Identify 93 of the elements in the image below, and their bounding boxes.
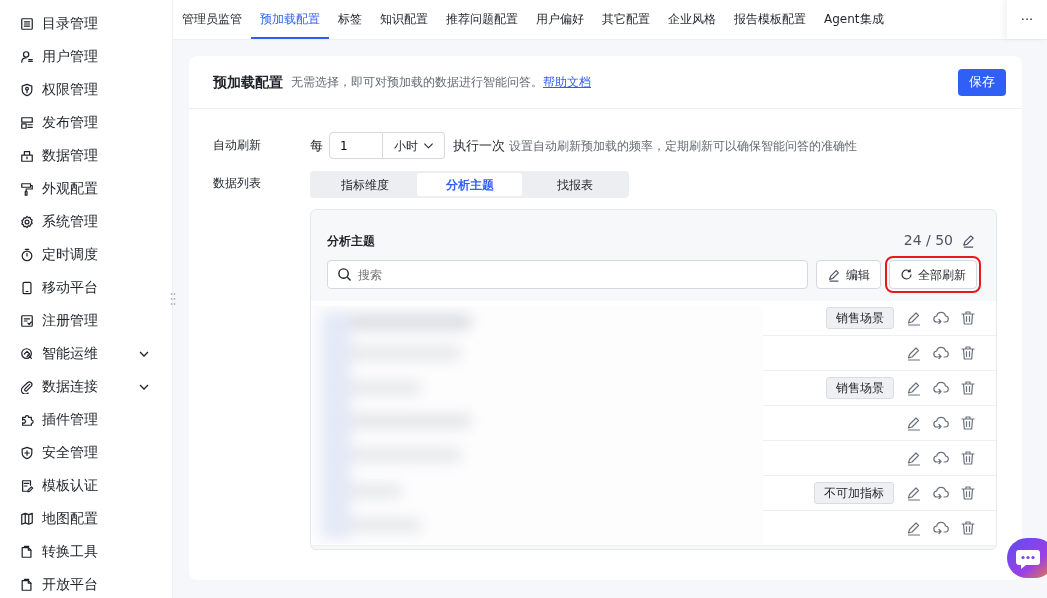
delete-icon[interactable] [960,520,976,536]
cloud-refresh-icon[interactable] [933,520,949,536]
tab[interactable]: 知识配置 [371,0,437,39]
phone-icon [20,280,34,295]
refresh-icon [900,268,913,281]
puzzle-icon [20,412,34,427]
sidebar-item[interactable]: 地图配置 [0,502,172,535]
interval-field[interactable]: 1 [329,132,383,159]
tag: 销售场景 [826,377,894,399]
settings-icon [20,214,34,229]
segment-tab[interactable]: 指标维度 [312,173,417,196]
field-label: 数据列表 [213,175,262,192]
cloud-refresh-icon[interactable] [933,310,949,326]
box-icon [20,148,34,163]
segment-tab[interactable]: 找报表 [522,173,627,196]
cloud-refresh-icon[interactable] [933,415,949,431]
cloud-refresh-icon[interactable] [933,450,949,466]
edit-icon[interactable] [961,233,976,248]
edit-icon[interactable] [906,345,922,361]
count-text: 24 / 50 [903,231,953,250]
delete-icon[interactable] [960,450,976,466]
suffix-text: 执行一次 [453,136,505,155]
more-button[interactable]: ··· [1007,0,1047,39]
sidebar-item[interactable]: 开放平台 [0,568,172,598]
shield-icon [20,445,34,460]
sidebar-item[interactable]: 目录管理 [0,7,172,40]
sidebar-item[interactable]: 数据管理 [0,139,172,172]
edit-button[interactable]: 编辑 [816,260,881,289]
sidebar-item[interactable]: 注册管理 [0,304,172,337]
sidebar-item[interactable]: 插件管理 [0,403,172,436]
tab[interactable]: 预加载配置 [251,0,329,39]
user-icon [20,49,34,64]
sidebar-item[interactable]: 系统管理 [0,205,172,238]
edit-icon[interactable] [906,485,922,501]
delete-icon[interactable] [960,345,976,361]
edit-icon[interactable] [906,520,922,536]
edit-icon[interactable] [906,380,922,396]
tab[interactable]: 企业风格 [659,0,725,39]
sidebar-item[interactable]: 发布管理 [0,106,172,139]
form-icon [20,313,34,328]
panel-title: 预加载配置 [213,72,283,92]
tab[interactable]: 报告模板配置 [725,0,815,39]
shield-icon [20,82,34,97]
stopwatch-icon [20,247,34,262]
sidebar-item[interactable]: 数据连接 [0,370,172,403]
field-label: 自动刷新 [213,137,262,154]
document-icon [20,478,34,493]
tab[interactable]: 管理员监管 [173,0,251,39]
tab[interactable]: 用户偏好 [527,0,593,39]
paperclip-icon [20,379,34,394]
tag: 销售场景 [826,307,894,329]
list-title: 分析主题 [327,232,375,250]
sidebar-item[interactable]: 转换工具 [0,535,172,568]
delete-icon[interactable] [960,380,976,396]
unit-dropdown[interactable]: 小时 [383,132,445,159]
copy-icon [20,577,34,592]
sidebar-item[interactable]: 用户管理 [0,40,172,73]
edit-icon[interactable] [906,310,922,326]
layout-icon [20,115,34,130]
segment-tab[interactable]: 分析主题 [417,173,522,196]
sidebar-item[interactable]: 定时调度 [0,238,172,271]
hint-text: 设置自动刷新预加载的频率，定期刷新可以确保智能问答的准确性 [509,137,857,155]
tab[interactable]: 其它配置 [593,0,659,39]
panel-description: 无需选择，即可对预加载的数据进行智能问答。 [291,74,543,91]
cloud-refresh-icon[interactable] [933,380,949,396]
drag-handle-icon[interactable] [170,292,176,306]
wrench-icon [20,346,34,361]
paint-roller-icon [20,181,34,196]
sidebar-item[interactable]: 权限管理 [0,73,172,106]
list-icon [20,16,34,31]
tab[interactable]: 标签 [329,0,371,39]
search-field[interactable]: 搜索 [327,260,808,289]
tag: 不可加指标 [814,482,894,504]
cloud-refresh-icon[interactable] [933,485,949,501]
sidebar-item[interactable]: 智能运维 [0,337,172,370]
edit-icon [827,267,841,282]
prefix-text: 每 [310,136,323,155]
sidebar-item[interactable]: 外观配置 [0,172,172,205]
save-button[interactable]: 保存 [958,68,1006,96]
edit-icon[interactable] [906,450,922,466]
edit-icon[interactable] [906,415,922,431]
sidebar-item[interactable]: 移动平台 [0,271,172,304]
delete-icon[interactable] [960,415,976,431]
delete-icon[interactable] [960,310,976,326]
delete-icon[interactable] [960,485,976,501]
tab[interactable]: 推荐问题配置 [437,0,527,39]
tab[interactable]: Agent集成 [815,0,893,39]
sidebar-item[interactable]: 模板认证 [0,469,172,502]
sidebar-item[interactable]: 安全管理 [0,436,172,469]
map-icon [20,511,34,526]
help-link[interactable]: 帮助文档 [543,73,591,91]
cloud-refresh-icon[interactable] [933,345,949,361]
copy-icon [20,544,34,559]
